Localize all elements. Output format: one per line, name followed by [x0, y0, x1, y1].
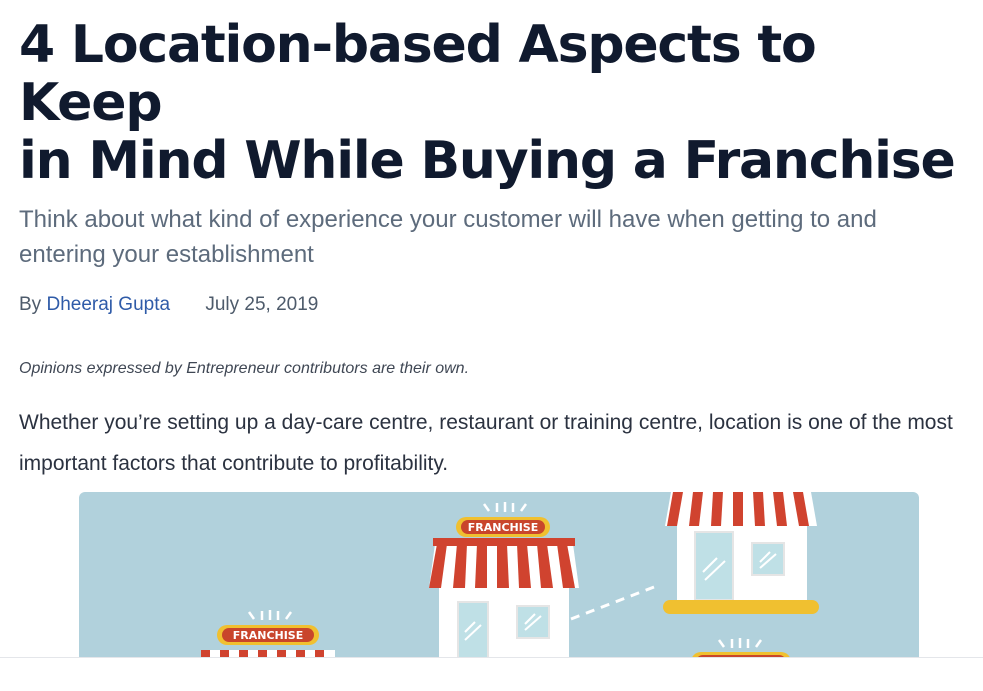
headline-line-1: 4 Location-based Aspects to Keep	[19, 15, 817, 133]
author-link[interactable]: Dheeraj Gupta	[46, 294, 170, 315]
article-subtitle: Think about what kind of experience your…	[19, 206, 877, 268]
article-headline: 4 Location-based Aspects to Keep in Mind…	[19, 0, 974, 190]
article: 4 Location-based Aspects to Keep in Mind…	[19, 0, 974, 505]
store-right-icon	[663, 492, 819, 614]
contributor-disclaimer: Opinions expressed by Entrepreneur contr…	[19, 360, 470, 377]
viewport-bottom-bar	[0, 658, 983, 691]
article-lead-paragraph: Whether you’re setting up a day-care cen…	[19, 411, 953, 475]
byline-prefix: By	[19, 294, 42, 315]
byline: By Dheeraj Gupta July 25, 2019	[19, 294, 974, 318]
sign-label-center: FRANCHISE	[468, 521, 539, 534]
dashed-connector	[570, 585, 655, 621]
headline-line-2: in Mind While Buying a Franchise	[19, 131, 956, 191]
sign-label-left: FRANCHISE	[233, 629, 304, 642]
publish-date: July 25, 2019	[205, 294, 319, 315]
